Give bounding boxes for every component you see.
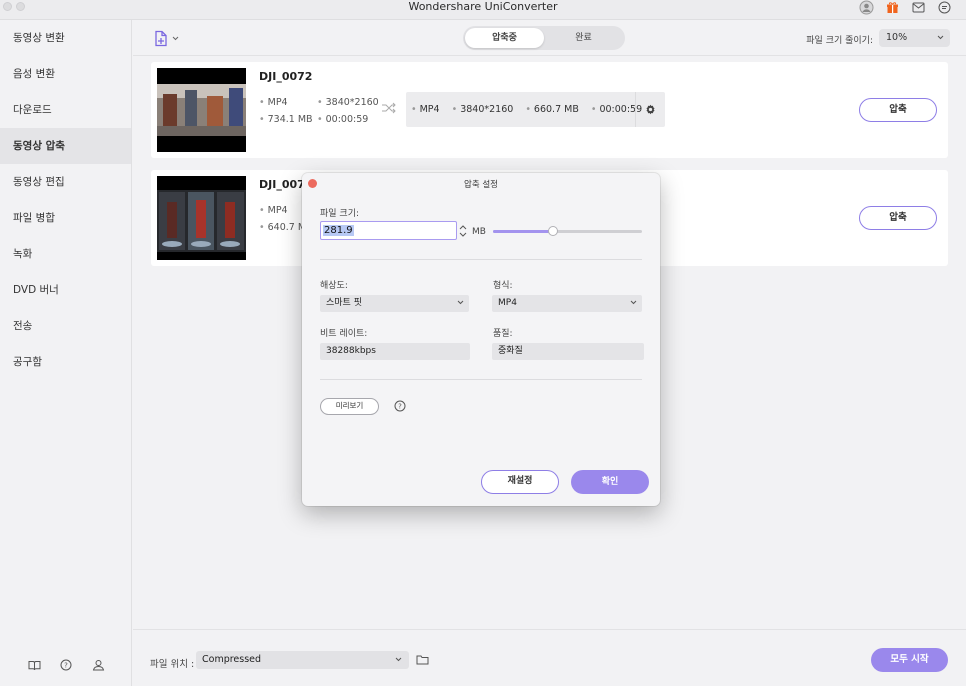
sidebar-item-merge[interactable]: 파일 병합 (0, 200, 131, 236)
output-format: • MP4 (411, 104, 440, 115)
file-card: DJI_0072 • MP4 • 3840*2160 • 734.1 MB • … (151, 62, 948, 158)
sidebar-item-transfer[interactable]: 전송 (0, 308, 131, 344)
quality-field: 중화질 (492, 343, 644, 360)
svg-text:?: ? (64, 662, 68, 670)
status-segmented-control: 압축중 완료 (463, 26, 625, 50)
video-thumbnail[interactable] (157, 68, 246, 152)
resolution-select[interactable]: 스마트 핏 (320, 295, 469, 312)
sidebar-bottom-icons: ? (0, 658, 132, 672)
bottom-bar: 파일 위치 : Compressed 모두 시작 (133, 629, 966, 686)
add-file-button[interactable] (153, 30, 179, 47)
output-size: • 660.7 MB (525, 104, 579, 115)
compress-button[interactable]: 압축 (859, 206, 937, 230)
slider-fill (493, 230, 553, 233)
reduce-size-select[interactable]: 10% (879, 29, 950, 47)
format-select[interactable]: MP4 (492, 295, 642, 312)
divider (320, 259, 642, 260)
format-value: MP4 (498, 298, 517, 308)
bitrate-label: 비트 레이트: (320, 329, 368, 339)
compression-settings-dialog: 압축 설정 파일 크기: 281.9 MB 해상도: 스마트 핏 형식: MP4… (302, 173, 660, 506)
help-icon[interactable]: ? (59, 658, 73, 672)
file-size-input[interactable]: 281.9 (320, 221, 457, 240)
sidebar-item-download[interactable]: 다운로드 (0, 92, 131, 128)
source-duration: • 00:00:59 (317, 114, 369, 125)
tab-compressing[interactable]: 압축중 (465, 28, 544, 48)
gear-icon (646, 104, 655, 115)
source-size: • 734.1 MB (259, 114, 313, 125)
source-resolution: • 3840*2160 (317, 97, 379, 108)
user-avatar-icon[interactable] (859, 0, 874, 14)
file-size-label: 파일 크기: (320, 209, 360, 219)
tab-completed[interactable]: 완료 (544, 28, 623, 48)
preview-button[interactable]: 미리보기 (320, 398, 379, 415)
compress-button[interactable]: 압축 (859, 98, 937, 122)
video-thumbnail[interactable] (157, 176, 246, 260)
sidebar-item-audio-convert[interactable]: 음성 변환 (0, 56, 131, 92)
chevron-down-icon (395, 651, 402, 669)
account-icon[interactable] (91, 658, 105, 672)
reduce-size-label: 파일 크기 줄이기: (806, 36, 873, 46)
reduce-size-value: 10% (886, 32, 908, 43)
divider (320, 379, 642, 380)
chevron-down-icon (457, 295, 464, 312)
sidebar: 동영상 변환 음성 변환 다운로드 동영상 압축 동영상 편집 파일 병합 녹화… (0, 20, 132, 686)
sidebar-item-toolbox[interactable]: 공구함 (0, 344, 131, 380)
help-icon[interactable]: ? (394, 400, 406, 415)
file-size-slider[interactable] (493, 226, 642, 236)
file-location-label: 파일 위치 : (150, 659, 195, 670)
feedback-icon[interactable] (937, 0, 952, 14)
source-format: • MP4 (259, 205, 288, 216)
sidebar-item-video-compress[interactable]: 동영상 압축 (0, 128, 131, 164)
resolution-value: 스마트 핏 (326, 298, 362, 308)
confirm-button[interactable]: 확인 (571, 470, 649, 494)
sidebar-item-video-convert[interactable]: 동영상 변환 (0, 20, 131, 56)
app-title: Wondershare UniConverter (408, 0, 558, 13)
book-icon[interactable] (27, 658, 41, 672)
slider-knob[interactable] (547, 226, 558, 236)
file-location-select[interactable]: Compressed (196, 651, 409, 669)
chevron-down-icon (630, 295, 637, 312)
chevron-down-icon (937, 29, 944, 47)
sidebar-item-video-edit[interactable]: 동영상 편집 (0, 164, 131, 200)
sidebar-item-record[interactable]: 녹화 (0, 236, 131, 272)
resolution-label: 해상도: (320, 281, 348, 291)
title-bar: Wondershare UniConverter (0, 0, 966, 20)
file-size-stepper[interactable] (459, 224, 467, 238)
output-settings-box[interactable]: • MP4 • 3840*2160 • 660.7 MB • 00:00:59 (406, 92, 665, 127)
dialog-title: 압축 설정 (464, 180, 498, 190)
sidebar-item-dvd-burner[interactable]: DVD 버너 (0, 272, 131, 308)
file-name: DJI_0072 (259, 70, 313, 83)
reset-button[interactable]: 재설정 (481, 470, 559, 494)
output-resolution: • 3840*2160 (451, 104, 514, 115)
add-file-icon (155, 30, 167, 47)
mail-icon[interactable] (911, 0, 926, 14)
file-location-value: Compressed (202, 654, 262, 665)
start-all-button[interactable]: 모두 시작 (871, 648, 948, 672)
shuffle-icon (381, 102, 397, 117)
svg-text:?: ? (398, 403, 402, 411)
titlebar-icons (859, 0, 952, 14)
source-format: • MP4 (259, 97, 288, 108)
gift-icon[interactable] (885, 0, 900, 14)
settings-gear-button[interactable] (635, 92, 665, 127)
folder-icon[interactable] (416, 654, 429, 668)
bitrate-field: 38288kbps (320, 343, 470, 360)
file-size-unit: MB (472, 227, 486, 237)
chevron-down-icon (172, 36, 179, 41)
format-label: 형식: (493, 281, 513, 291)
quality-label: 품질: (493, 329, 513, 339)
top-toolbar: 압축중 완료 파일 크기 줄이기: 10% (133, 20, 966, 56)
file-name: DJI_007 (259, 178, 305, 191)
